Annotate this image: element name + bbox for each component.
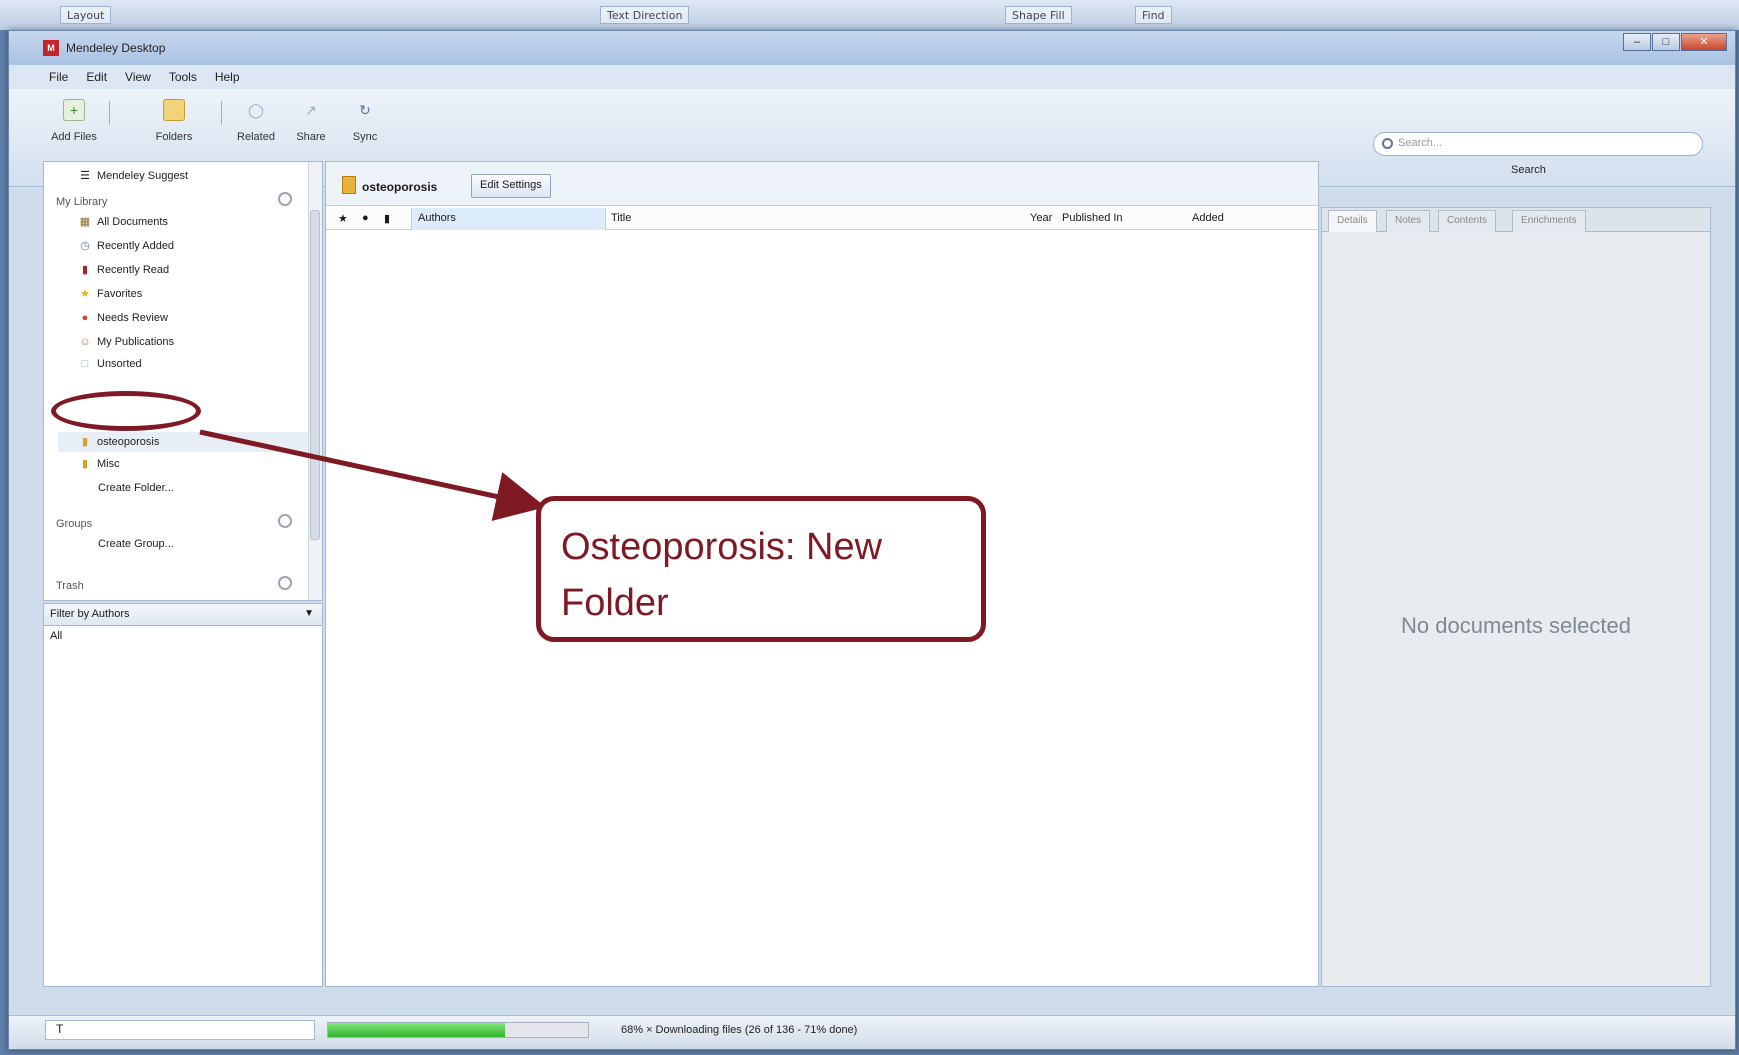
annotation-callout: Osteoporosis: New Folder — [536, 496, 986, 642]
